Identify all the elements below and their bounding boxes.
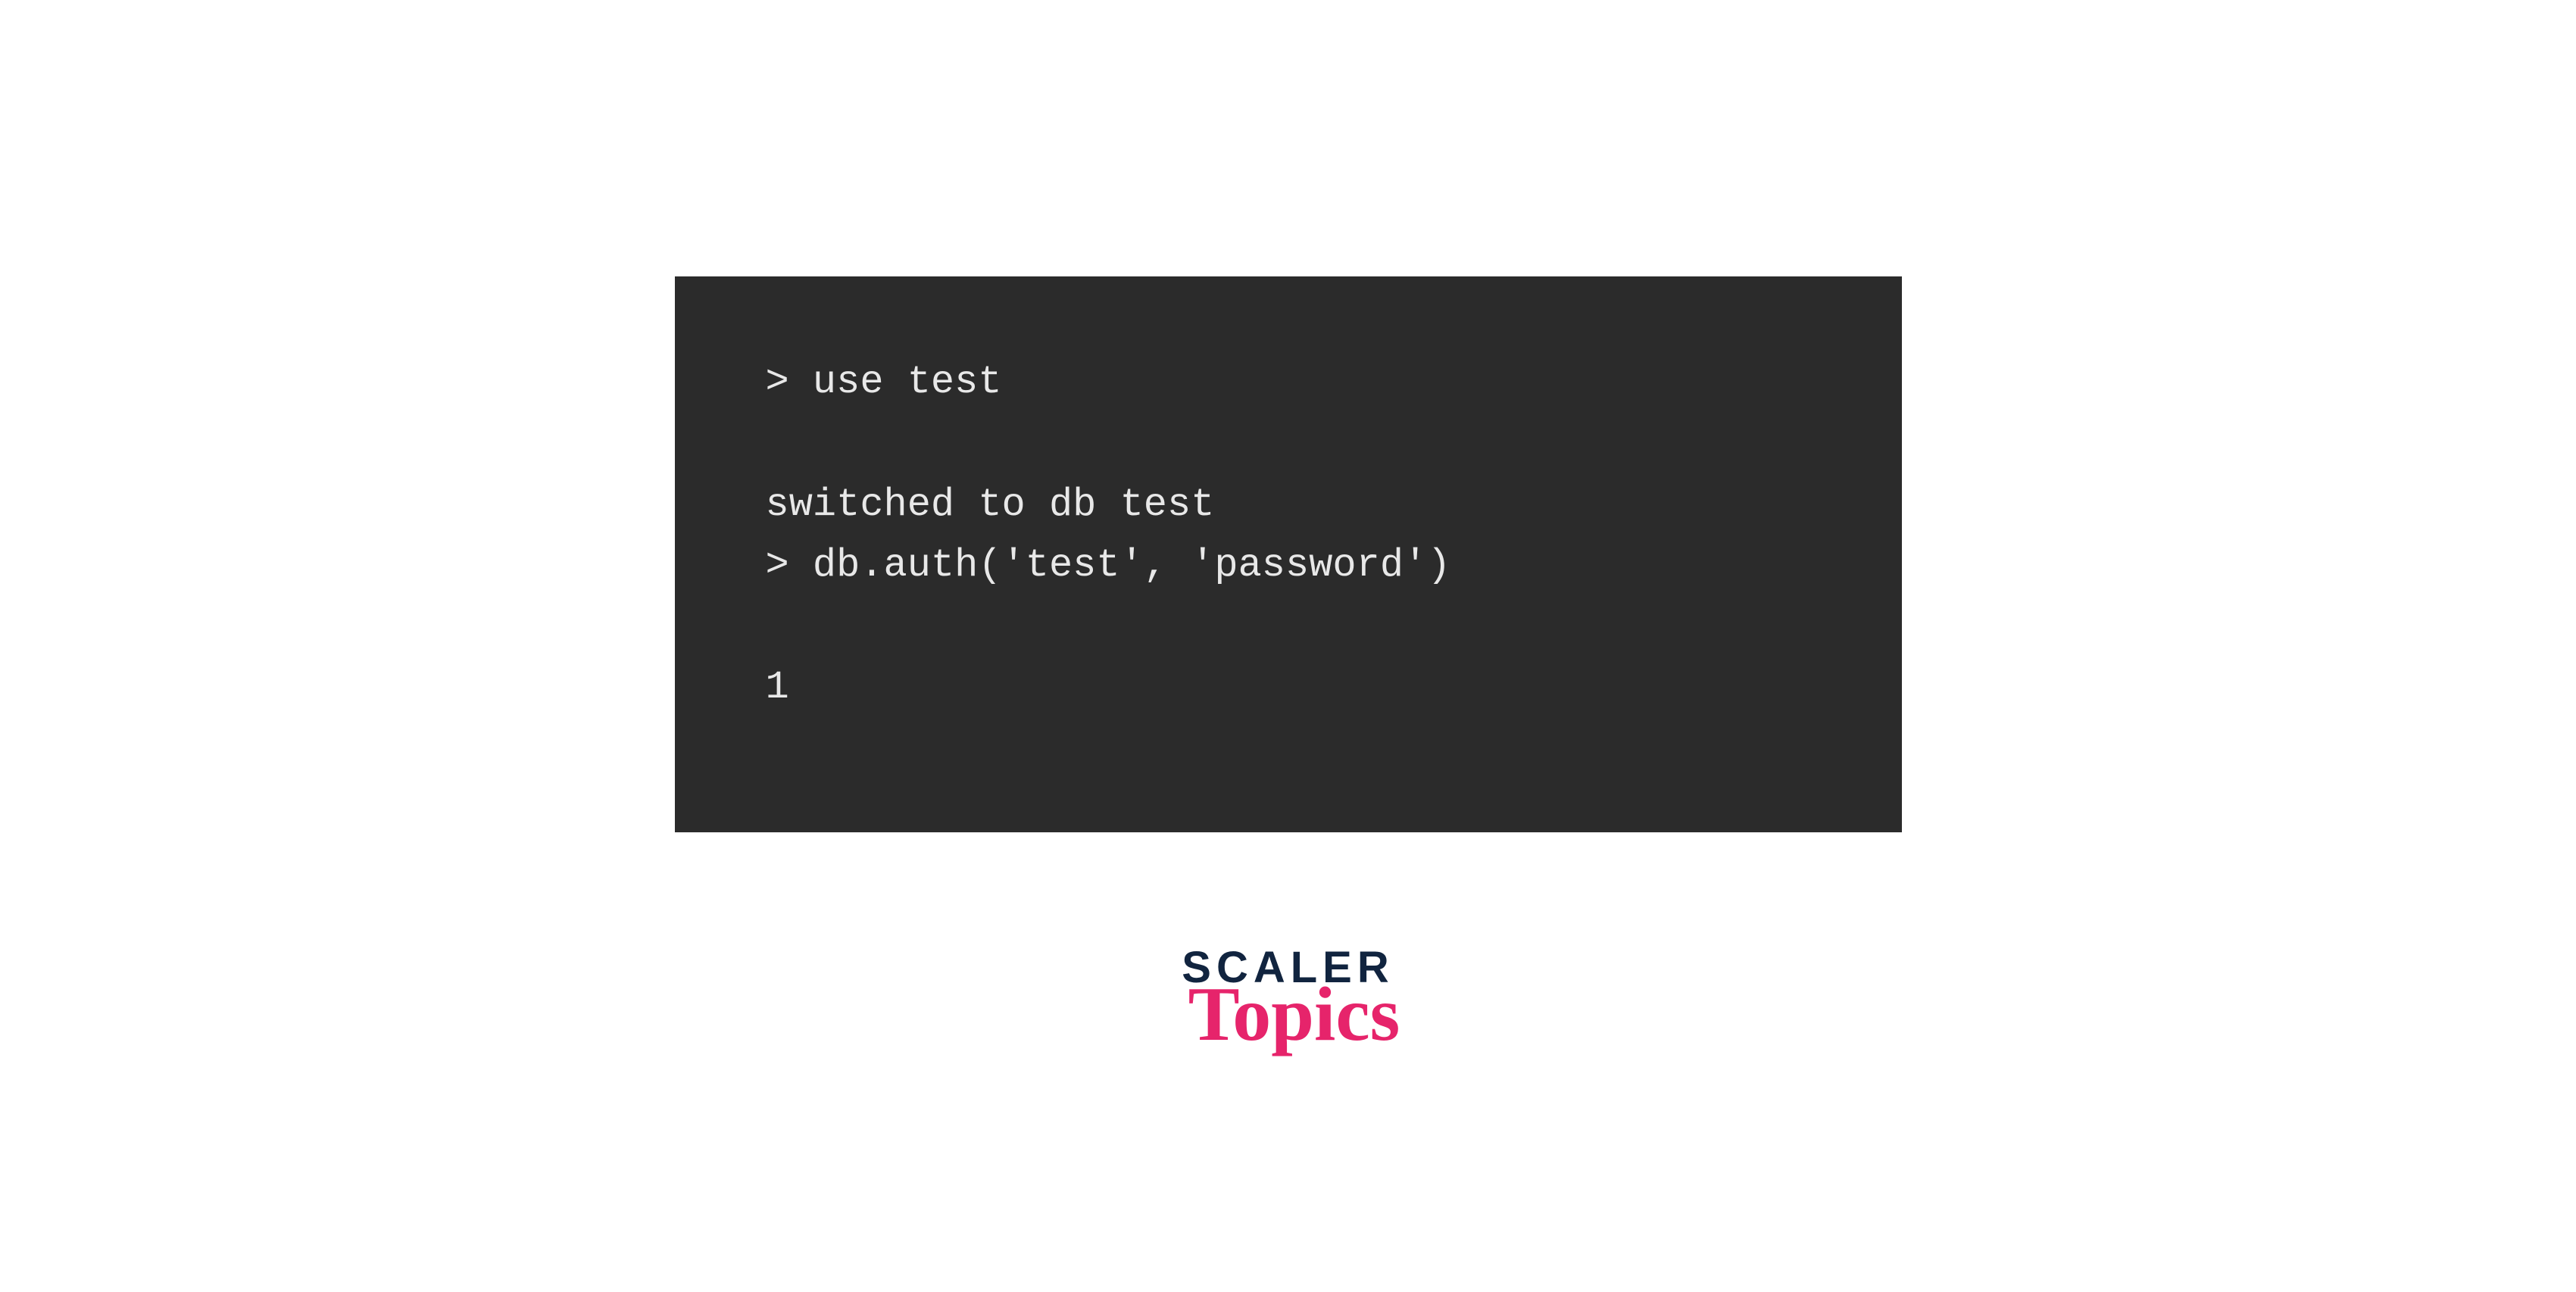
terminal-output: > use test switched to db test > db.auth… — [766, 352, 1811, 719]
brand-logo: SCALER Topics — [1182, 946, 1394, 1046]
terminal-panel: > use test switched to db test > db.auth… — [675, 276, 1902, 832]
logo-text-topics: Topics — [1188, 984, 1400, 1046]
